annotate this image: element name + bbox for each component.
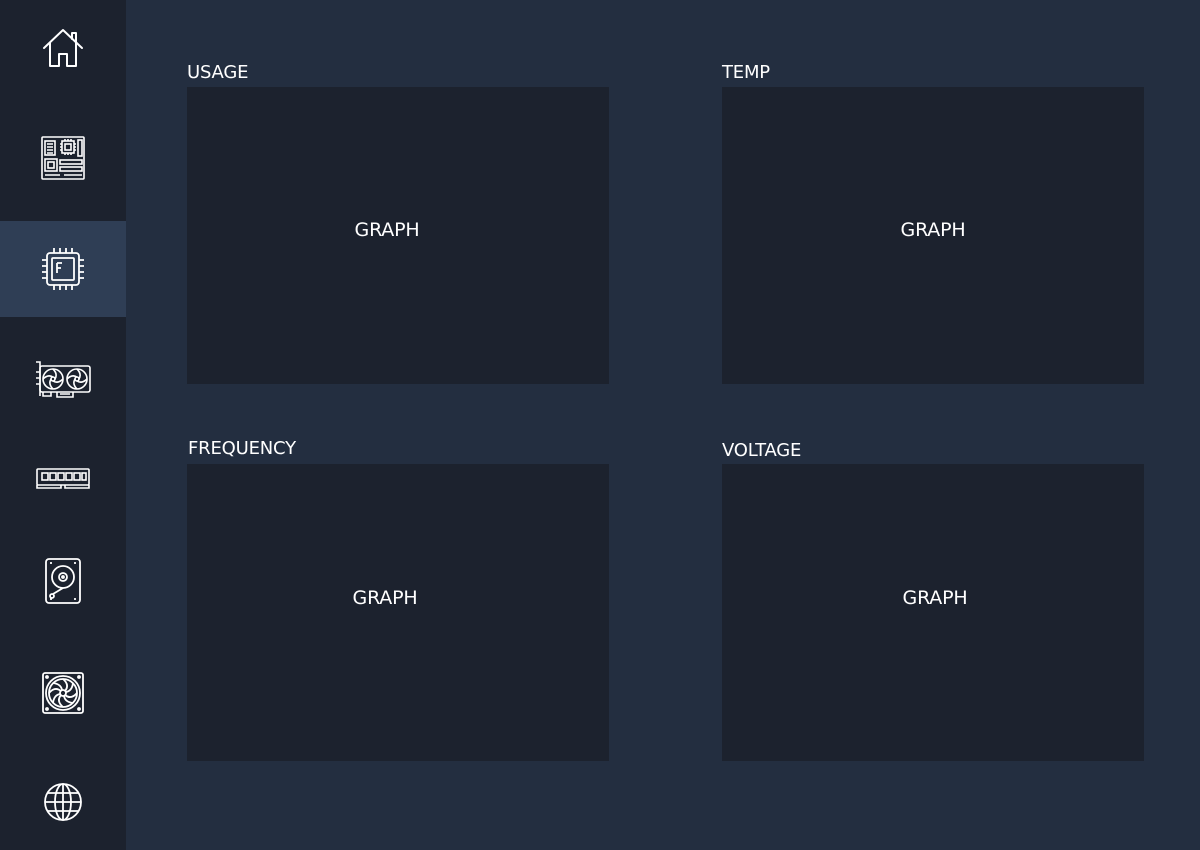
voltage-title: VOLTAGE — [722, 440, 802, 461]
sidebar — [0, 0, 126, 850]
temp-title: TEMP — [722, 62, 770, 83]
sidebar-item-cpu[interactable] — [0, 221, 126, 317]
sidebar-item-storage[interactable] — [0, 533, 126, 629]
voltage-graph-panel: GRAPH — [722, 464, 1144, 761]
voltage-graph-placeholder: GRAPH — [902, 586, 968, 609]
fan-icon — [42, 672, 84, 714]
temp-graph-placeholder: GRAPH — [900, 218, 966, 241]
cpu-icon — [42, 248, 84, 290]
globe-icon — [44, 783, 82, 821]
sidebar-item-motherboard[interactable] — [0, 110, 126, 206]
home-icon — [43, 29, 83, 67]
gpu-icon — [36, 361, 91, 398]
motherboard-icon — [41, 136, 85, 180]
sidebar-item-gpu[interactable] — [0, 332, 126, 428]
temp-graph-panel: GRAPH — [722, 87, 1144, 384]
frequency-title: FREQUENCY — [188, 438, 296, 459]
frequency-graph-panel: GRAPH — [187, 464, 609, 761]
app-window: USAGE GRAPH TEMP GRAPH FREQUENCY GRAPH V… — [0, 0, 1200, 850]
ram-icon — [36, 468, 90, 489]
hard-drive-icon — [45, 558, 81, 604]
sidebar-item-cooling[interactable] — [0, 645, 126, 741]
usage-graph-panel: GRAPH — [187, 87, 609, 384]
sidebar-item-network[interactable] — [0, 754, 126, 850]
usage-title: USAGE — [187, 62, 249, 83]
frequency-graph-placeholder: GRAPH — [352, 586, 418, 609]
usage-graph-placeholder: GRAPH — [354, 218, 420, 241]
sidebar-item-ram[interactable] — [0, 430, 126, 526]
sidebar-item-home[interactable] — [0, 0, 126, 96]
